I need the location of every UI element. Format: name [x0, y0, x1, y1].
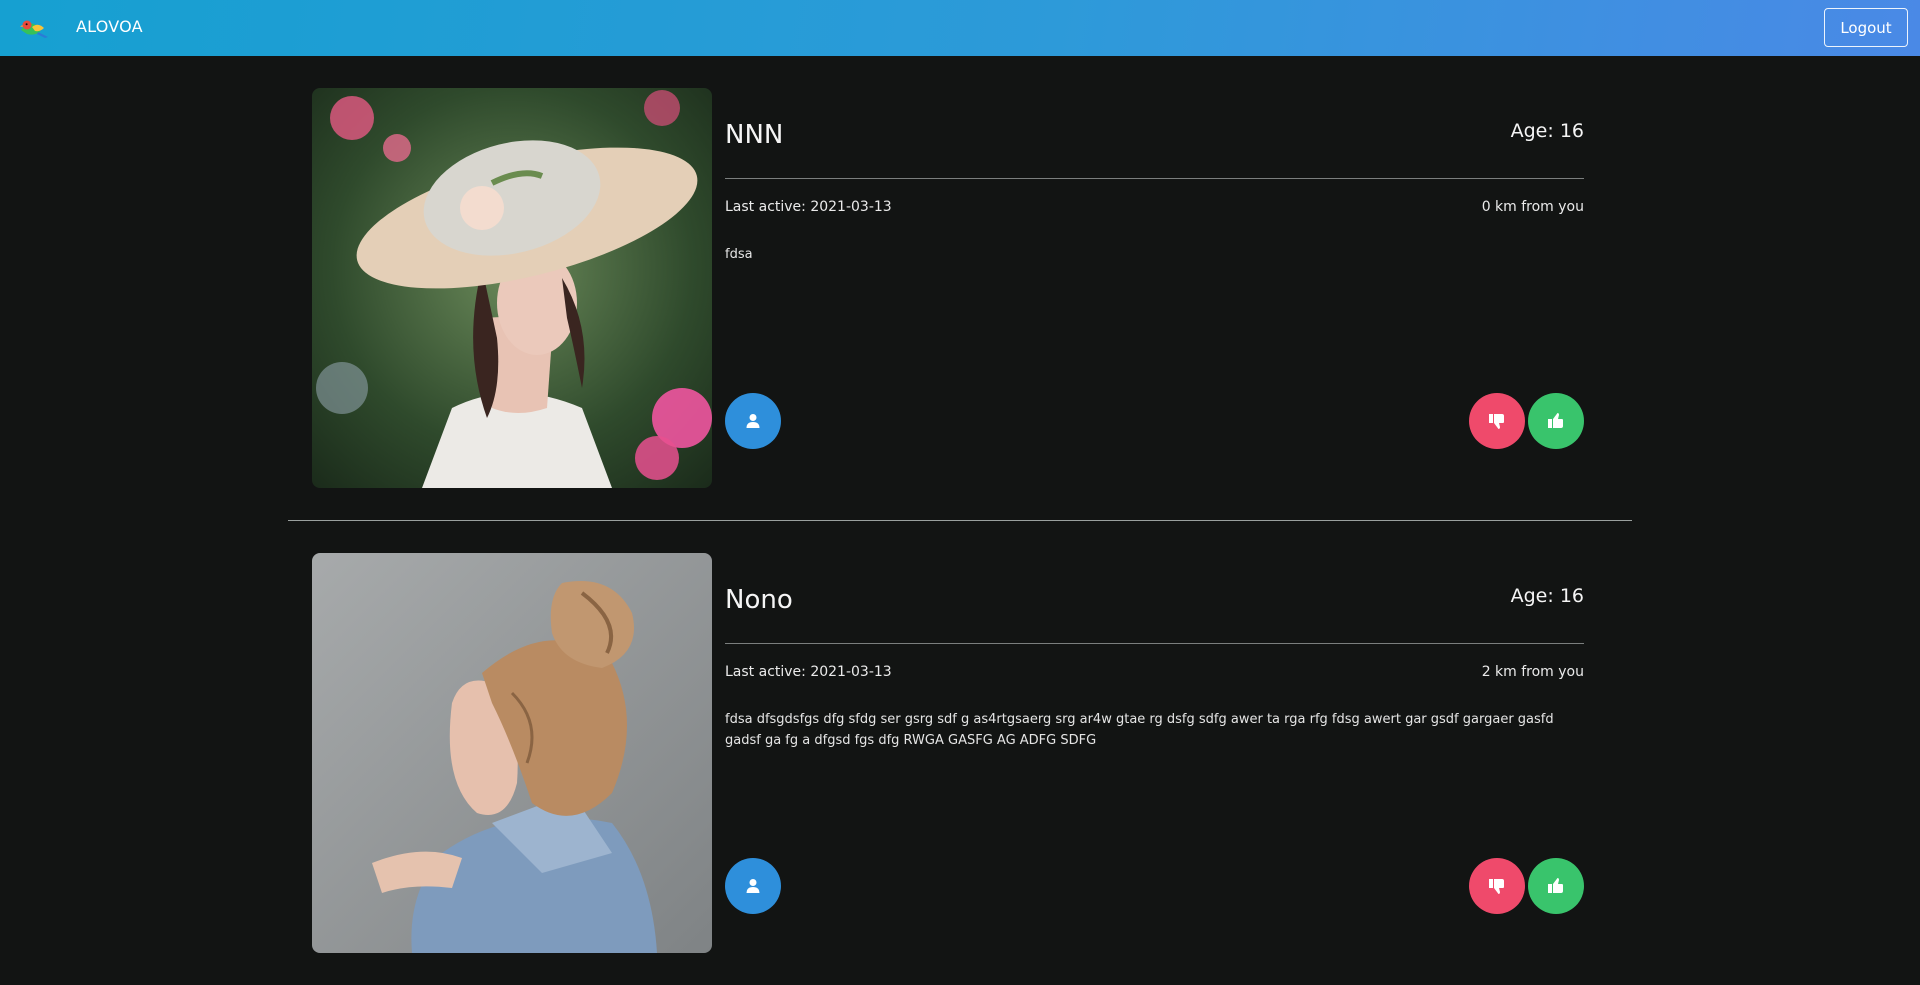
logout-button[interactable]: Logout — [1824, 8, 1908, 47]
last-active: Last active: 2021-03-13 — [725, 199, 892, 215]
view-profile-button[interactable] — [725, 858, 781, 914]
dislike-button[interactable] — [1469, 858, 1525, 914]
navbar: ALOVOA Logout — [0, 0, 1920, 56]
view-profile-button[interactable] — [725, 393, 781, 449]
last-active: Last active: 2021-03-13 — [725, 664, 892, 680]
profile-description: fdsa — [725, 247, 753, 262]
thumbs-down-icon — [1489, 879, 1504, 894]
profile-name: NNN — [725, 120, 784, 150]
user-icon — [746, 879, 760, 893]
profile-card: Nono Age: 16 Last active: 2021-03-13 2 k… — [312, 553, 1584, 953]
dislike-button[interactable] — [1469, 393, 1525, 449]
profile-divider — [725, 178, 1584, 179]
user-icon — [746, 414, 760, 428]
thumbs-down-icon — [1489, 414, 1504, 429]
profile-divider — [725, 643, 1584, 644]
profile-photo — [312, 88, 712, 488]
like-button[interactable] — [1528, 393, 1584, 449]
card-divider — [288, 520, 1632, 521]
profile-age: Age: 16 — [1510, 120, 1584, 142]
lovebird-logo-icon[interactable] — [18, 16, 50, 40]
distance: 2 km from you — [1481, 664, 1584, 680]
profile-photo — [312, 553, 712, 953]
profile-info: Nono Age: 16 Last active: 2021-03-13 2 k… — [725, 553, 1584, 953]
profile-card: NNN Age: 16 Last active: 2021-03-13 0 km… — [312, 88, 1584, 488]
distance: 0 km from you — [1481, 199, 1584, 215]
thumbs-up-icon — [1548, 413, 1563, 428]
profile-info: NNN Age: 16 Last active: 2021-03-13 0 km… — [725, 88, 1584, 488]
brand-name[interactable]: ALOVOA — [76, 17, 143, 36]
like-button[interactable] — [1528, 858, 1584, 914]
thumbs-up-icon — [1548, 878, 1563, 893]
profile-description: fdsa dfsgdsfgs dfg sfdg ser gsrg sdf g a… — [725, 712, 1554, 748]
profile-name: Nono — [725, 585, 793, 615]
profile-age: Age: 16 — [1510, 585, 1584, 607]
